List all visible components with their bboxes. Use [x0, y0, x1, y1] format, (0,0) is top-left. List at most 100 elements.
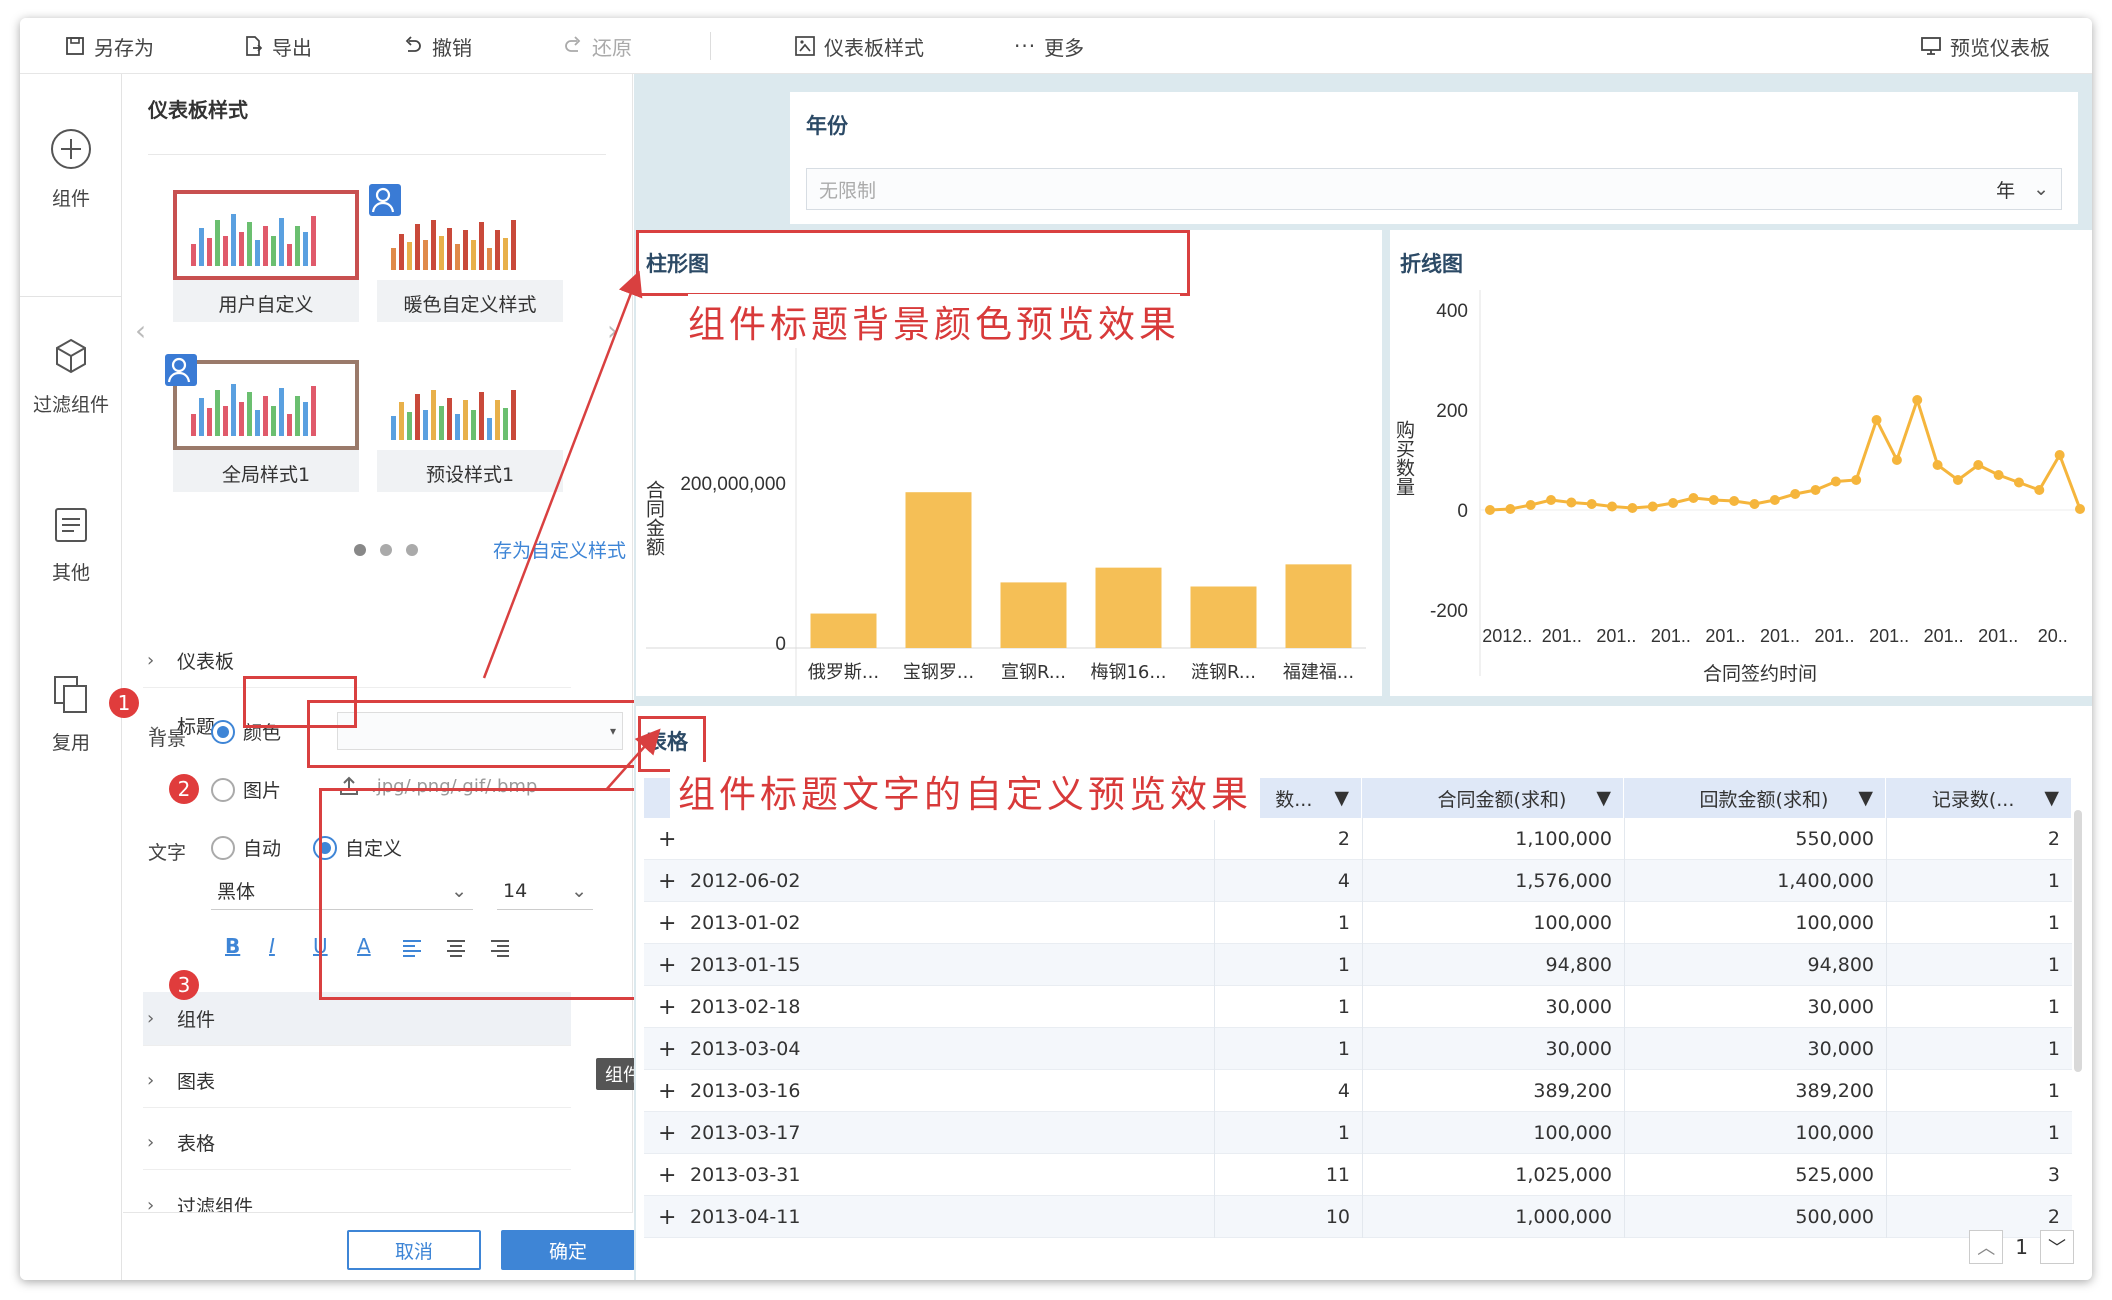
confirm-button[interactable]: 确定 [501, 1230, 635, 1270]
expand-plus-icon[interactable]: + [658, 860, 688, 902]
y-tick-label: -200 [1430, 601, 1468, 622]
cell-date: 2013-03-04 [690, 1038, 801, 1060]
bg-image-option[interactable]: 图片 [211, 776, 281, 803]
cancel-button[interactable]: 取消 [347, 1230, 481, 1270]
cell-payment: 389,200 [1795, 1080, 1874, 1102]
table-header-records[interactable]: 记录数(... ▼ [1886, 778, 2072, 818]
text-auto-option[interactable]: 自动 [211, 834, 281, 861]
section-dashboard[interactable]: › 仪表板 [143, 634, 571, 688]
style-card-preset[interactable]: 预设样式1 [377, 360, 563, 492]
expand-plus-icon[interactable]: + [658, 1154, 688, 1196]
cell-date: 2013-03-17 [690, 1122, 801, 1144]
x-tick-label: 201.. [1815, 626, 1855, 646]
cell-date [690, 818, 1190, 860]
expand-plus-icon[interactable]: + [658, 1028, 688, 1070]
section-chart[interactable]: › 图表 [143, 1054, 571, 1108]
export-button[interactable]: 导出 [242, 18, 312, 74]
table-row[interactable]: +2013-03-31 11 1,025,000 525,000 3 [644, 1154, 2072, 1196]
save-as-button[interactable]: 另存为 [64, 18, 154, 74]
cell-payment: 550,000 [1795, 828, 1874, 850]
section-component[interactable]: › 组件 [143, 992, 571, 1046]
preview-dashboard-button[interactable]: 预览仪表板 [1920, 18, 2050, 74]
chevron-right-icon: › [147, 1070, 155, 1091]
nav-label-reuse: 复用 [51, 732, 90, 754]
radio-image[interactable] [211, 777, 235, 802]
preview-label: 预览仪表板 [1950, 35, 2050, 60]
table-row[interactable]: +2 1,100,000 550,000 2 [644, 818, 2072, 860]
dashboard-style-button[interactable]: 仪表板样式 [794, 18, 924, 74]
column-divider [1362, 944, 1363, 986]
radio-color[interactable] [211, 719, 235, 744]
carousel-next-icon[interactable]: › [607, 314, 618, 347]
column-divider [1624, 1154, 1625, 1196]
carousel-prev-icon[interactable]: ‹ [135, 314, 146, 347]
x-tick-label: 201.. [1596, 626, 1636, 646]
line-point [1688, 493, 1699, 503]
section-table[interactable]: › 表格 [143, 1116, 571, 1170]
more-button[interactable]: ··· 更多 [1014, 18, 1084, 74]
table-row[interactable]: +2013-03-17 1 100,000 100,000 1 [644, 1112, 2072, 1154]
column-divider [1624, 1028, 1625, 1070]
style-card-label: 暖色自定义样式 [403, 294, 537, 316]
expand-plus-icon[interactable]: + [658, 986, 688, 1028]
x-tick-label: 201.. [1651, 626, 1691, 646]
table-scrollbar[interactable] [2074, 810, 2082, 1072]
expand-plus-icon[interactable]: + [658, 944, 688, 986]
table-row[interactable]: +2013-03-04 1 30,000 30,000 1 [644, 1028, 2072, 1070]
nav-item-component[interactable]: 组件 [20, 128, 122, 211]
cell-amount: 30,000 [1545, 1038, 1612, 1060]
table-row[interactable]: +2013-03-16 4 389,200 389,200 1 [644, 1070, 2072, 1112]
expand-plus-icon[interactable]: + [658, 1112, 688, 1154]
column-divider [1362, 1070, 1363, 1112]
line-point [1769, 495, 1780, 505]
annotation-box-bar-title [636, 230, 1190, 296]
y-tick-label: 200 [1436, 401, 1468, 422]
table-row[interactable]: +2013-01-02 1 100,000 100,000 1 [644, 902, 2072, 944]
table-header-payment[interactable]: 回款金额(求和) ▼ [1624, 778, 1886, 818]
column-divider [1214, 860, 1215, 902]
table-row[interactable]: +2013-02-18 1 30,000 30,000 1 [644, 986, 2072, 1028]
nav-item-filter[interactable]: 过滤组件 [20, 336, 122, 417]
save-icon [66, 37, 84, 55]
style-thumbnail [173, 360, 359, 450]
style-card-warm-custom[interactable]: 暖色自定义样式 [369, 184, 563, 322]
cell-payment: 500,000 [1795, 1206, 1874, 1228]
style-card-global[interactable]: 全局样式1 [165, 354, 359, 492]
nav-item-other[interactable]: 其他 [20, 506, 122, 585]
italic-button[interactable]: I [269, 934, 275, 958]
save-custom-style-link[interactable]: 存为自定义样式 [493, 536, 626, 563]
user-icon [165, 354, 197, 386]
nav-item-reuse[interactable]: 复用 [20, 674, 122, 755]
undo-button[interactable]: 撤销 [402, 18, 472, 74]
page-down-button[interactable]: ﹀ [2040, 1230, 2074, 1264]
text-auto-label: 自动 [243, 838, 282, 860]
bold-button[interactable]: B [225, 934, 240, 958]
table-header-amount[interactable]: 合同金额(求和) ▼ [1362, 778, 1624, 818]
redo-button[interactable]: 还原 [562, 18, 632, 74]
text-label: 文字 [148, 842, 187, 864]
nav-label-filter: 过滤组件 [32, 394, 109, 416]
line-point [1546, 495, 1557, 505]
y-axis-label: 合同金额 [643, 480, 665, 556]
expand-plus-icon[interactable]: + [658, 818, 688, 860]
x-tick-label: 201.. [1705, 626, 1745, 646]
table-row[interactable]: +2012-06-02 4 1,576,000 1,400,000 1 [644, 860, 2072, 902]
x-tick-label: 201.. [1924, 626, 1964, 646]
style-card-user-custom[interactable]: 用户自定义 [173, 190, 359, 322]
cell-count: 1 [1337, 954, 1350, 976]
expand-plus-icon[interactable]: + [658, 902, 688, 944]
table-row[interactable]: +2013-04-11 10 1,000,000 500,000 2 [644, 1196, 2072, 1238]
expand-plus-icon[interactable]: + [658, 1196, 688, 1238]
bar [1190, 586, 1257, 648]
radio-auto[interactable] [211, 835, 235, 860]
year-filter-select[interactable]: 无限制 年 ⌄ [806, 168, 2062, 210]
nav-label-component: 组件 [51, 188, 90, 210]
column-divider [1886, 1196, 1887, 1238]
line-point [2054, 450, 2065, 460]
expand-plus-icon[interactable]: + [658, 1070, 688, 1112]
page-up-button[interactable]: ︿ [1969, 1230, 2004, 1264]
cell-count: 10 [1325, 1206, 1350, 1228]
cell-date: 2012-06-02 [690, 870, 801, 892]
carousel-dots[interactable] [354, 544, 418, 556]
table-row[interactable]: +2013-01-15 1 94,800 94,800 1 [644, 944, 2072, 986]
